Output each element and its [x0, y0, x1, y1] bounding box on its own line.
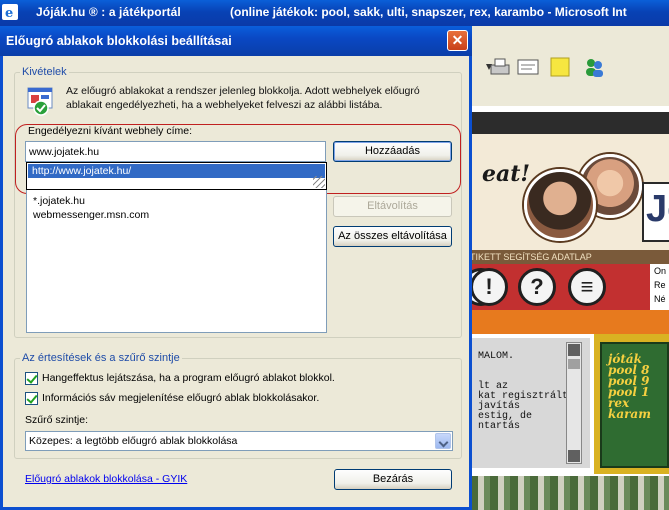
autocomplete-item[interactable]: http://www.jojatek.hu/ [28, 164, 325, 178]
page-side-links: On Re Né [650, 264, 669, 310]
remove-button[interactable]: Eltávolítás [333, 196, 452, 217]
filter-level-select[interactable]: Közepes: a legtöbb előugró ablak blokkol… [25, 431, 453, 451]
news-scrollbar[interactable] [566, 342, 582, 464]
banner-text: eat! [482, 161, 531, 187]
browser-title-detail: (online játékok: pool, sakk, ulti, snaps… [230, 5, 627, 19]
games-card-inner[interactable]: jóták pool 8 pool 9 pool 1 rex karam [600, 342, 669, 468]
faq-link[interactable]: Előugró ablakok blokkolása - GYIK [25, 473, 187, 485]
exceptions-group-label: Kivételek [20, 66, 69, 78]
autocomplete-dropdown: http://www.jojatek.hu/ [26, 162, 327, 190]
game-name: karam [608, 407, 651, 421]
info-bar-label[interactable]: Információs sáv megjelenítése előugró ab… [42, 392, 319, 404]
play-sound-label[interactable]: Hangeffektus lejátszása, ha a program el… [42, 372, 335, 384]
messenger-icon[interactable] [582, 56, 606, 78]
browser-title-bar: e Jóják.hu ® : a játékportál (online ját… [0, 0, 669, 26]
allowed-sites-list[interactable]: *.jojatek.hu webmessenger.msn.com [26, 190, 327, 333]
shield-info-icon [27, 87, 53, 116]
exceptions-info-text: Az előugró ablakokat a rendszer jelenleg… [66, 85, 420, 111]
page-footer-images [470, 476, 669, 510]
page-header-bar [470, 112, 669, 134]
scroll-down-icon[interactable] [568, 450, 580, 462]
page-nav[interactable]: TIKETT SEGÍTSÉG ADATLAP [470, 250, 669, 264]
info-icon[interactable]: ! [470, 268, 508, 306]
notifications-group-label: Az értesítések és a szűrő szintje [20, 352, 182, 364]
edit-icon[interactable] [516, 56, 540, 78]
help-icon[interactable]: ? [518, 268, 556, 306]
browser-page-content: eat! Jó TIKETT SEGÍTSÉG ADATLAP ! ? ≡ On… [470, 106, 669, 510]
internet-explorer-icon: e [2, 4, 18, 20]
list-item[interactable]: webmessenger.msn.com [33, 208, 320, 222]
filter-level-value: Közepes: a legtöbb előugró ablak blokkol… [29, 435, 238, 447]
print-icon[interactable] [488, 56, 512, 78]
browser-toolbar [470, 26, 669, 106]
side-link[interactable]: Re [654, 278, 669, 292]
list-item[interactable]: *.jojatek.hu [33, 194, 320, 208]
filter-level-label: Szűrő szintje: [25, 414, 89, 426]
site-logo: Jó [642, 182, 669, 242]
scroll-up-icon[interactable] [568, 344, 580, 356]
address-input[interactable] [25, 141, 326, 162]
close-button[interactable]: Bezárás [334, 469, 452, 490]
document-icon[interactable]: ≡ [568, 268, 606, 306]
resize-grip-icon[interactable] [313, 176, 325, 188]
close-icon[interactable]: ✕ [447, 30, 468, 51]
info-bar-checkbox[interactable] [25, 392, 38, 405]
page-orange-band [470, 310, 669, 334]
remove-all-button[interactable]: Az összes eltávolítása [333, 226, 452, 247]
games-card: jóták pool 8 pool 9 pool 1 rex karam [594, 334, 669, 474]
chevron-down-icon[interactable] [435, 433, 451, 449]
side-link[interactable]: Né [654, 292, 669, 306]
page-icon-row: ! ? ≡ [470, 264, 669, 310]
play-sound-checkbox[interactable] [25, 372, 38, 385]
note-icon[interactable] [548, 56, 572, 78]
add-button[interactable]: Hozzáadás [333, 141, 452, 162]
dialog-title-bar[interactable]: Előugró ablakok blokkolási beállításai ✕ [0, 26, 472, 56]
banner-photo [524, 169, 596, 241]
browser-title: Jóják.hu ® : a játékportál [36, 5, 181, 19]
dialog-title: Előugró ablakok blokkolási beállításai [6, 34, 232, 48]
scroll-thumb[interactable] [568, 359, 580, 369]
svg-text:e: e [5, 6, 13, 20]
side-link[interactable]: On [654, 264, 669, 278]
address-label: Engedélyezni kívánt webhely címe: [28, 125, 193, 137]
